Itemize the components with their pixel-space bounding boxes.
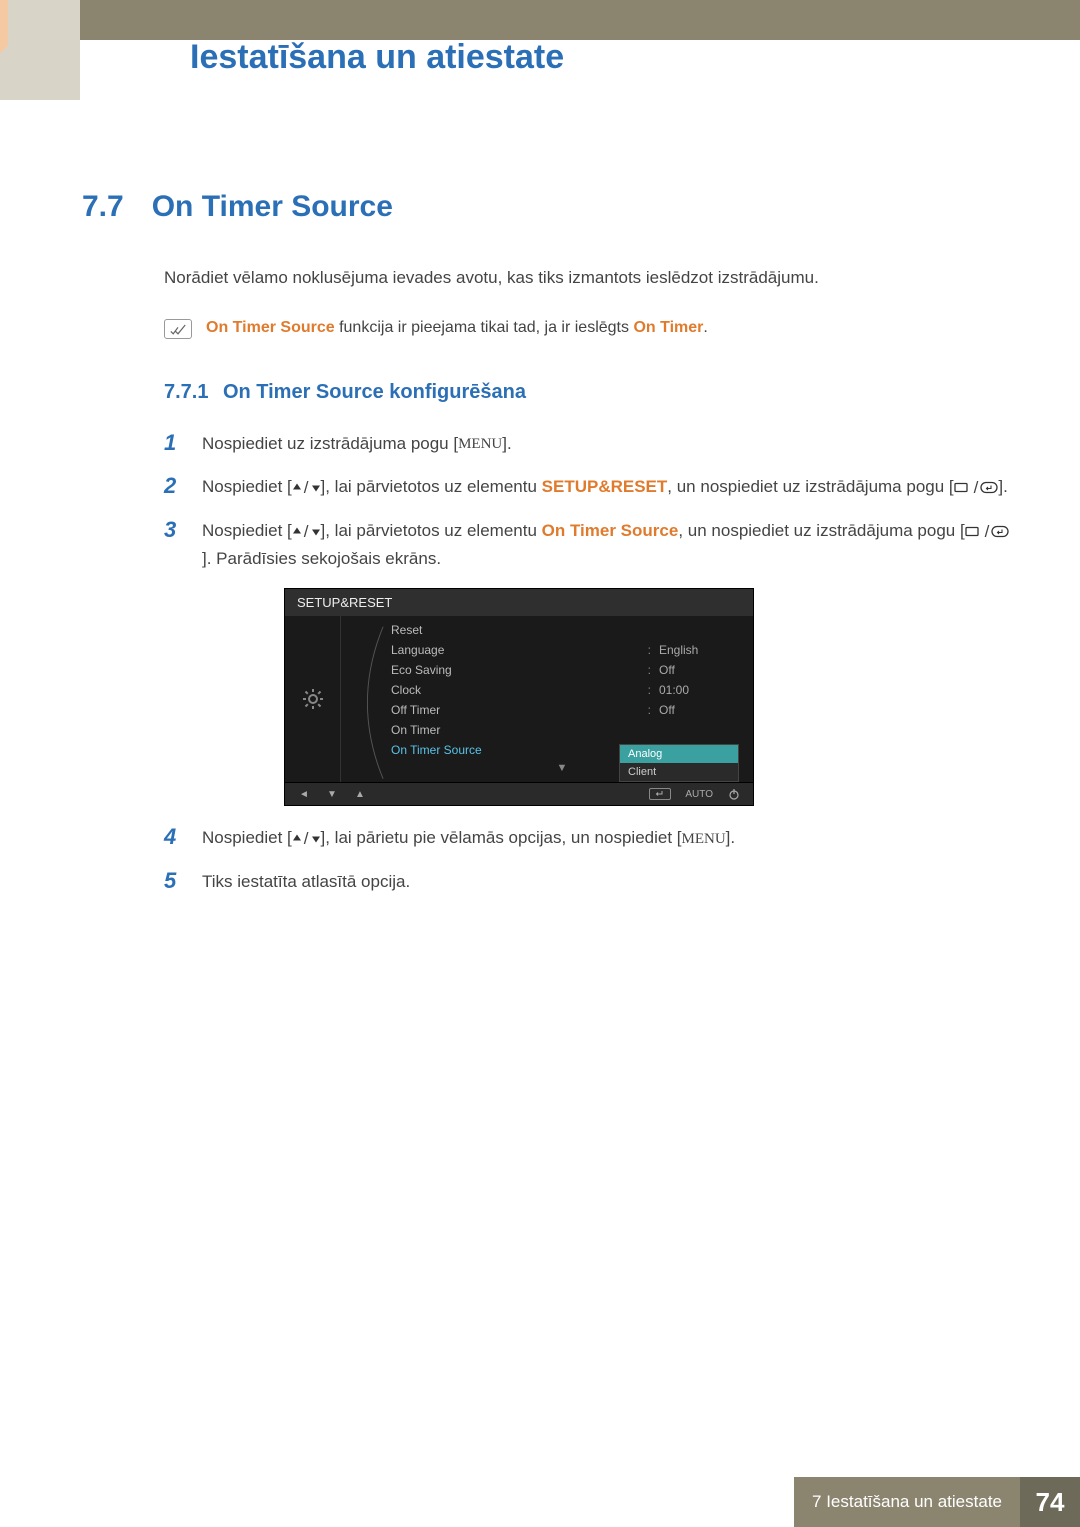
page-number: 74 [1020, 1477, 1080, 1527]
osd-row-language: Language:English [341, 640, 753, 660]
osd-label: Clock [391, 683, 648, 697]
osd-label: Eco Saving [391, 663, 648, 677]
text: Nospiediet [ [202, 828, 292, 847]
note-mid: funkcija ir pieejama tikai tad, ja ir ie… [335, 319, 634, 336]
text: Nospiediet [ [202, 521, 292, 540]
section-intro: Norādiet vēlamo noklusējuma ievades avot… [164, 266, 1010, 291]
osd-value: Off [659, 703, 739, 717]
osd-row-eco: Eco Saving:Off [341, 660, 753, 680]
osd-option-client: Client [620, 763, 738, 781]
text: ]. [998, 477, 1007, 496]
text: ], lai pārietu pie vēlamās opcijas, un n… [321, 828, 682, 847]
step-number: 2 [164, 473, 184, 499]
osd-row-clock: Clock:01:00 [341, 680, 753, 700]
menu-button-label: MENU [682, 827, 726, 851]
note: On Timer Source funkcija ir pieejama tik… [164, 319, 1010, 339]
osd-auto-label: AUTO [685, 789, 713, 800]
page-footer: 7 Iestatīšana un atiestate 74 [0, 1477, 1080, 1527]
highlight: On Timer Source [542, 521, 679, 540]
step-2: 2 Nospiediet [/], lai pārvietotos uz ele… [164, 473, 1010, 501]
step-body: Tiks iestatīta atlasītā opcija. [202, 868, 410, 895]
text: ], lai pārvietotos uz elementu [321, 477, 542, 496]
osd-value: 01:00 [659, 683, 739, 697]
header-bar [0, 0, 1080, 40]
steps-list: 1 Nospiediet uz izstrādājuma pogu [MENU]… [164, 430, 1010, 896]
subsection-heading: 7.7.1 On Timer Source konfigurēšana [164, 381, 1010, 404]
menu-button-label: MENU [458, 432, 502, 456]
text: Nospiediet [ [202, 477, 292, 496]
text: ], lai pārvietotos uz elementu [321, 521, 542, 540]
up-down-icon: / [292, 518, 321, 545]
step-1: 1 Nospiediet uz izstrādājuma pogu [MENU]… [164, 430, 1010, 457]
section-number: 7.7 [82, 190, 124, 224]
footer-chapter-label: 7 Iestatīšana un atiestate [794, 1477, 1020, 1527]
osd-title: SETUP&RESET [285, 589, 753, 616]
section-title: On Timer Source [152, 190, 393, 224]
note-icon [164, 319, 192, 339]
note-text: On Timer Source funkcija ir pieejama tik… [206, 319, 708, 337]
step-body: Nospiediet uz izstrādājuma pogu [MENU]. [202, 430, 512, 457]
note-hl-2: On Timer [633, 319, 703, 336]
text: ]. [726, 828, 735, 847]
highlight: SETUP&RESET [542, 477, 668, 496]
up-arrow-icon: ▲ [353, 788, 367, 800]
up-down-icon: / [292, 825, 321, 852]
osd-row-reset: Reset [341, 620, 753, 640]
osd-label: On Timer [391, 723, 739, 737]
step-body: Nospiediet [/], lai pārvietotos uz eleme… [202, 517, 1010, 572]
step-number: 1 [164, 430, 184, 456]
step-number: 3 [164, 517, 184, 543]
source-enter-icon: / [965, 518, 1010, 545]
note-end: . [703, 319, 707, 336]
text: Nospiediet uz izstrādājuma pogu [ [202, 434, 458, 453]
osd-label: Off Timer [391, 703, 648, 717]
section-body: 7.7 On Timer Source Norādiet vēlamo nokl… [82, 190, 1010, 912]
step-body: Nospiediet [/], lai pārvietotos uz eleme… [202, 473, 1008, 501]
text: , un nospiediet uz izstrādājuma pogu [ [678, 521, 964, 540]
enter-icon [649, 788, 671, 800]
note-hl-1: On Timer Source [206, 319, 335, 336]
osd-row-off-timer: Off Timer:Off [341, 700, 753, 720]
left-arrow-icon: ◄ [297, 788, 311, 800]
step-3: 3 Nospiediet [/], lai pārvietotos uz ele… [164, 517, 1010, 572]
up-down-icon: / [292, 474, 321, 501]
osd-dropdown: Analog Client [619, 744, 739, 782]
source-enter-icon: / [954, 474, 999, 501]
osd-category-icon-pane [285, 616, 341, 782]
step-5: 5 Tiks iestatīta atlasītā opcija. [164, 868, 1010, 895]
down-arrow-icon: ▼ [325, 788, 339, 800]
step-4: 4 Nospiediet [/], lai pārietu pie vēlamā… [164, 824, 1010, 852]
osd-value: English [659, 643, 739, 657]
osd-value: Off [659, 663, 739, 677]
osd-screenshot: SETUP&RESET [284, 588, 1010, 806]
step-number: 4 [164, 824, 184, 850]
chapter-title: Iestatīšana un atiestate [190, 38, 564, 77]
text: ]. Parādīsies sekojošais ekrāns. [202, 549, 441, 568]
osd-label: Language [391, 643, 648, 657]
text: , un nospiediet uz izstrādājuma pogu [ [667, 477, 953, 496]
power-icon [727, 788, 741, 800]
header-side-accent [0, 0, 80, 100]
gear-icon [301, 687, 325, 711]
osd-label: On Timer Source [391, 743, 648, 757]
text: ]. [502, 434, 511, 453]
osd-option-analog: Analog [620, 745, 738, 763]
subsection-title: On Timer Source konfigurēšana [223, 381, 526, 403]
osd-footer: ◄ ▼ ▲ AUTO [285, 782, 753, 805]
osd-row-on-timer: On Timer [341, 720, 753, 740]
step-body: Nospiediet [/], lai pārietu pie vēlamās … [202, 824, 735, 852]
step-number: 5 [164, 868, 184, 894]
osd-menu-list: Reset Language:English Eco Saving:Off Cl… [341, 616, 753, 782]
subsection-number: 7.7.1 [164, 381, 208, 403]
osd-label: Reset [391, 623, 739, 637]
